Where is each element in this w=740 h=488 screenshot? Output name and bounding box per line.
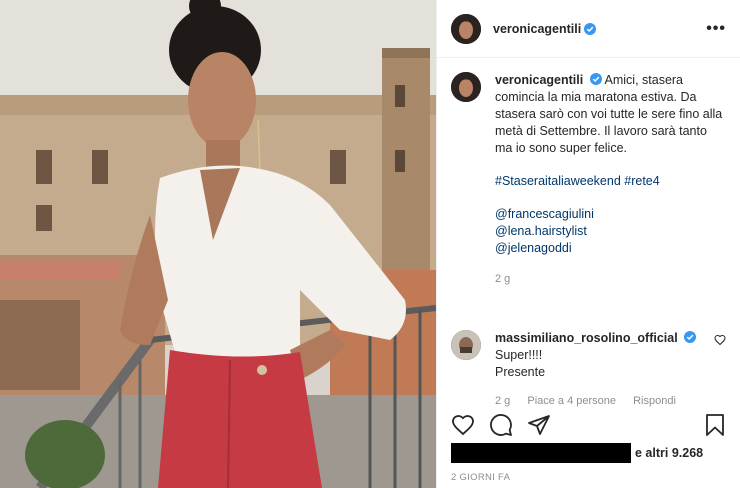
mention-link[interactable]: @francescagiulini <box>495 206 726 223</box>
comment-button[interactable] <box>489 413 513 437</box>
reply-button[interactable]: Rispondi <box>633 395 676 407</box>
commenter-avatar[interactable] <box>451 330 481 360</box>
comment-item: massimiliano_rosolino_official Super!!!!… <box>451 316 726 410</box>
comment-age[interactable]: 2 g <box>495 395 510 407</box>
post-sidebar: veronicagentili ••• veronicagentili Amic… <box>436 0 740 488</box>
commenter-username[interactable]: massimiliano_rosolino_official <box>495 331 678 345</box>
caption: veronicagentili Amici, stasera comincia … <box>451 58 726 288</box>
share-button[interactable] <box>527 413 551 437</box>
comment-text-line: Presente <box>495 365 546 379</box>
caption-text-block: veronicagentili Amici, stasera comincia … <box>495 72 726 157</box>
post-photo[interactable] <box>0 0 436 488</box>
comment-text-line: Super!!!! <box>495 348 543 362</box>
caption-username[interactable]: veronicagentili <box>495 73 583 87</box>
more-options-icon[interactable]: ••• <box>706 20 726 38</box>
likes-count: e altri 9.268 <box>635 446 704 460</box>
like-button[interactable] <box>451 413 475 437</box>
comment-like-heart-icon[interactable] <box>714 334 726 346</box>
comment-likes[interactable]: Piace a 4 persone <box>527 395 616 407</box>
instagram-post: veronicagentili ••• veronicagentili Amic… <box>0 0 740 488</box>
mention-link[interactable]: @jelenagoddi <box>495 240 726 257</box>
caption-body: veronicagentili Amici, stasera comincia … <box>495 58 726 288</box>
mention-link[interactable]: @lena.hairstylist <box>495 223 726 240</box>
verified-badge-icon <box>589 73 602 85</box>
author-avatar[interactable] <box>451 13 481 44</box>
author-username[interactable]: veronicagentili <box>493 22 581 36</box>
comment-body: massimiliano_rosolino_official Super!!!!… <box>495 316 697 410</box>
redacted-name-bar <box>451 443 631 463</box>
post-timestamp[interactable]: 2 GIORNI FA <box>451 472 510 483</box>
comment-icon <box>490 414 512 436</box>
caption-hashtags[interactable]: #Staseraitaliaweekend #rete4 <box>495 173 726 190</box>
verified-badge-icon <box>684 331 697 343</box>
verified-badge-icon <box>584 22 597 35</box>
post-photo-image <box>0 0 436 488</box>
action-bar <box>451 409 726 441</box>
likes-summary[interactable]: e altri 9.268 <box>451 443 726 463</box>
comment-meta: 2 g Piace a 4 persone Rispondi <box>495 393 696 410</box>
bookmark-icon <box>706 414 724 436</box>
caption-avatar[interactable] <box>451 72 481 102</box>
save-button[interactable] <box>704 413 726 437</box>
share-icon <box>528 415 550 435</box>
comments-area: veronicagentili Amici, stasera comincia … <box>437 68 740 410</box>
heart-icon <box>452 415 474 436</box>
post-header: veronicagentili ••• <box>437 0 740 58</box>
caption-age[interactable]: 2 g <box>495 273 510 285</box>
caption-meta: 2 g <box>495 271 726 288</box>
